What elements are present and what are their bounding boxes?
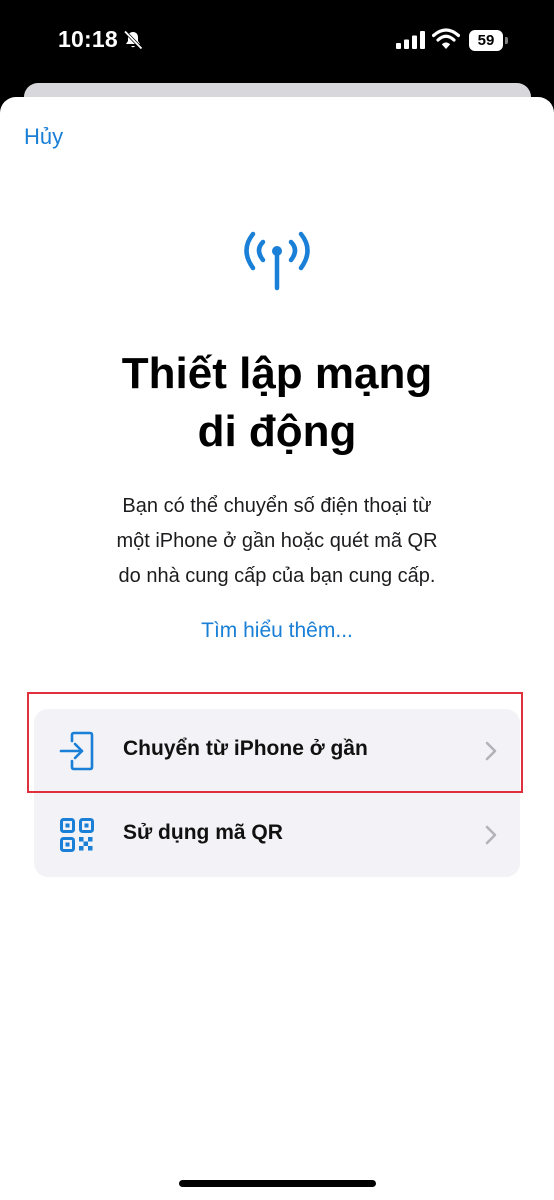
bell-slash-icon bbox=[123, 30, 143, 50]
wifi-icon bbox=[432, 28, 460, 49]
battery-level: 59 bbox=[469, 30, 503, 51]
antenna-signal-icon bbox=[244, 231, 310, 291]
description-line-1: Bạn có thể chuyển số điện thoại từ bbox=[122, 495, 432, 517]
description-text: Bạn có thể chuyển số điện thoại từ một i… bbox=[60, 489, 494, 594]
transfer-icon bbox=[59, 731, 94, 771]
description-line-3: do nhà cung cấp của bạn cung cấp. bbox=[118, 565, 436, 587]
page-title: Thiết lập mạng di động bbox=[40, 345, 514, 461]
qr-option-label: Sử dụng mã QR bbox=[123, 821, 283, 844]
home-indicator[interactable] bbox=[179, 1180, 376, 1187]
battery-cap bbox=[505, 37, 508, 44]
cancel-button[interactable]: Hủy bbox=[24, 124, 63, 150]
status-time: 10:18 bbox=[58, 26, 118, 52]
options-list: Chuyển từ iPhone ở gần Sử dụng mã QR bbox=[34, 709, 520, 877]
description-line-2: một iPhone ở gần hoặc quét mã QR bbox=[116, 530, 438, 552]
page-title-line-2: di động bbox=[197, 407, 357, 456]
transfer-option-label: Chuyển từ iPhone ở gần bbox=[123, 737, 368, 760]
chevron-right-icon bbox=[485, 825, 497, 845]
use-qr-code-option[interactable]: Sử dụng mã QR bbox=[34, 793, 520, 877]
chevron-right-icon bbox=[485, 741, 497, 761]
qr-code-icon bbox=[60, 818, 94, 852]
cellular-signal-icon bbox=[396, 31, 425, 49]
page-title-line-1: Thiết lập mạng bbox=[121, 349, 433, 398]
learn-more-link[interactable]: Tìm hiểu thêm... bbox=[0, 619, 554, 643]
transfer-from-nearby-iphone-option[interactable]: Chuyển từ iPhone ở gần bbox=[34, 709, 520, 793]
battery-indicator: 59 bbox=[469, 30, 509, 51]
status-bar: 10:18 59 bbox=[0, 0, 554, 84]
cellular-setup-sheet: Hủy Thiết lập mạng di động Bạn có thể ch… bbox=[0, 97, 554, 1200]
